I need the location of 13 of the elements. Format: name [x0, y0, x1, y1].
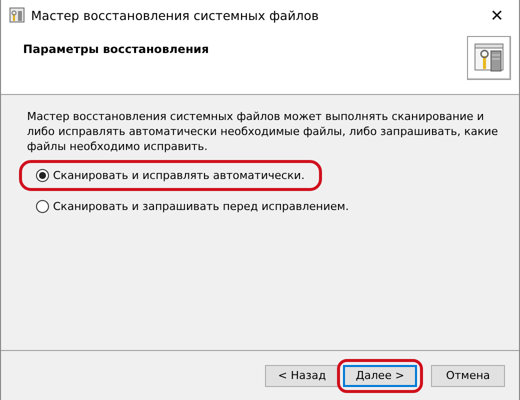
- wizard-icon: [9, 7, 25, 23]
- wizard-button[interactable]: Далее >: [343, 364, 417, 386]
- window-title: Мастер восстановления системных файлов: [31, 8, 320, 22]
- radio-option[interactable]: Сканировать и запрашивать перед исправлением.: [36, 200, 349, 213]
- wizard-button[interactable]: < Назад: [265, 364, 339, 386]
- close-button[interactable]: ✕: [475, 0, 519, 30]
- radio-option[interactable]: Сканировать и исправлять автоматически.: [36, 169, 305, 182]
- server-tool-icon: [473, 42, 505, 74]
- description-text: Мастер восстановления системных файлов может выполнять сканирование и либо исправлять автоматически необходимые файлы, либо запрашивать, какие файлы необходимо исправить.: [27, 109, 500, 154]
- page-heading: Параметры восстановления: [23, 42, 209, 56]
- wizard-button[interactable]: Отмена: [431, 364, 505, 386]
- radio-button[interactable]: [36, 200, 49, 213]
- radio-button[interactable]: [36, 169, 49, 182]
